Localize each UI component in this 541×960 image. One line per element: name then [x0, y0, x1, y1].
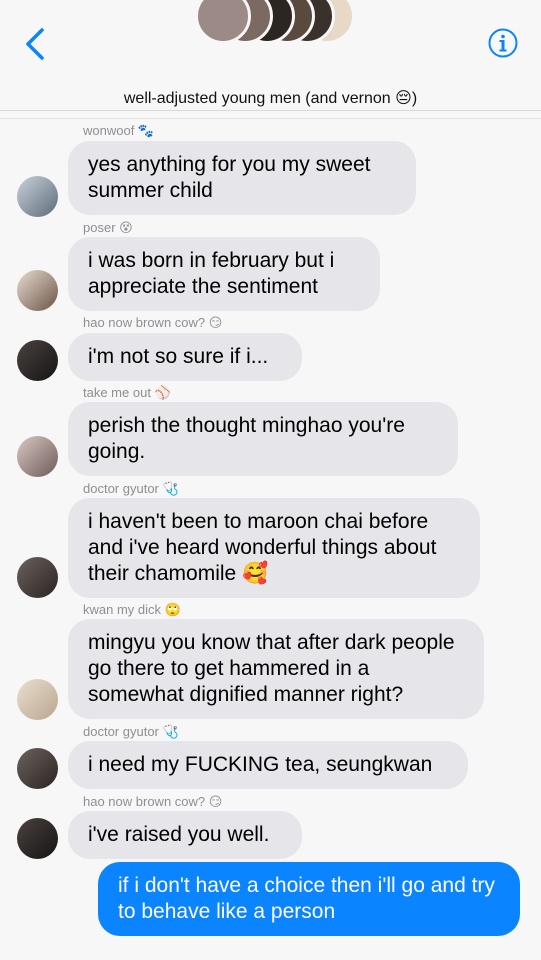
chat-header: well-adjusted young men (and vernon 😔) [0, 0, 541, 111]
avatar[interactable] [17, 818, 58, 859]
info-icon[interactable] [488, 28, 518, 58]
sender-name: kwan my dick 🙄 [83, 602, 181, 617]
avatar[interactable] [17, 270, 58, 311]
divider [0, 118, 541, 119]
sender-name: hao now brown cow? 😏 [83, 315, 223, 330]
avatar[interactable] [17, 679, 58, 720]
avatar[interactable] [17, 748, 58, 789]
message-bubble[interactable]: i need my FUCKING tea, seungkwan [68, 741, 468, 789]
sender-name: take me out ⚾ [83, 385, 171, 400]
avatar[interactable] [17, 176, 58, 217]
group-title[interactable]: well-adjusted young men (and vernon 😔) [0, 88, 541, 108]
group-avatar-stack[interactable] [195, 0, 365, 48]
message-bubble[interactable]: i was born in february but i appreciate … [68, 237, 380, 311]
sender-name: doctor gyutor 🩺 [83, 481, 179, 496]
message-bubble[interactable]: i've raised you well. [68, 811, 302, 859]
outgoing-message-bubble[interactable]: if i don't have a choice then i'll go an… [98, 862, 520, 936]
sender-name: wonwoof 🐾 [83, 123, 155, 138]
avatar[interactable] [17, 436, 58, 477]
message-bubble[interactable]: mingyu you know that after dark people g… [68, 619, 484, 719]
avatar[interactable] [17, 557, 58, 598]
back-chevron-icon[interactable] [22, 26, 52, 62]
message-bubble[interactable]: i'm not so sure if i... [68, 333, 302, 381]
sender-name: hao now brown cow? 😏 [83, 794, 223, 809]
message-bubble[interactable]: i haven't been to maroon chai before and… [68, 498, 480, 598]
message-bubble[interactable]: perish the thought minghao you're going. [68, 402, 458, 476]
avatar[interactable] [17, 340, 58, 381]
sender-name: poser 😵 [83, 220, 133, 235]
message-bubble[interactable]: yes anything for you my sweet summer chi… [68, 141, 416, 215]
sender-name: doctor gyutor 🩺 [83, 724, 179, 739]
